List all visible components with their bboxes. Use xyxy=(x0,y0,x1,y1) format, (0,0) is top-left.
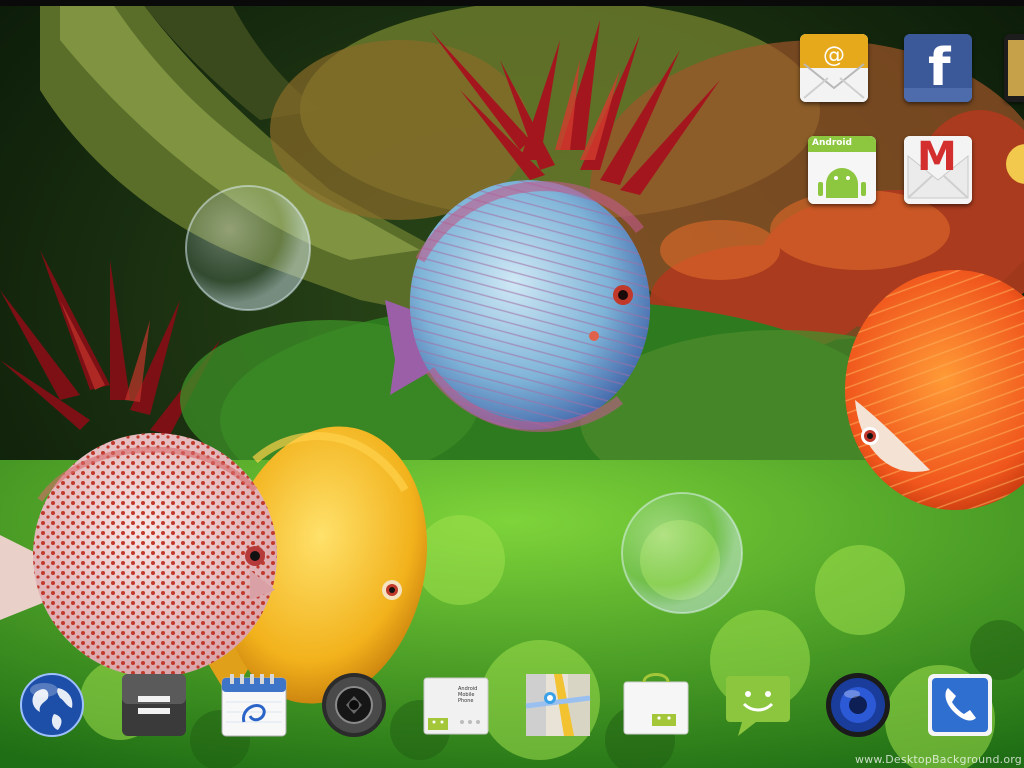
android-market-icon[interactable]: Android xyxy=(808,136,876,204)
svg-text:@: @ xyxy=(823,43,845,68)
status-bar xyxy=(0,0,1024,6)
facebook-letter: f xyxy=(928,38,951,98)
wallpaper xyxy=(0,0,1024,768)
gmail-letter: M xyxy=(917,136,957,180)
android-mobile-phone-icon[interactable]: Android Mobile Phone xyxy=(422,672,490,738)
android-mobile-phone-label: Android Mobile Phone xyxy=(458,686,478,704)
phone-icon[interactable] xyxy=(926,672,994,738)
maps-icon[interactable] xyxy=(524,672,592,738)
android-market-label: Android xyxy=(812,138,852,148)
partial-lightbulb-icon[interactable] xyxy=(1004,136,1024,204)
speaker-icon[interactable] xyxy=(824,672,892,738)
facebook-icon[interactable]: f xyxy=(904,34,972,102)
browser-globe-icon[interactable] xyxy=(18,672,86,738)
calculator-icon[interactable] xyxy=(120,672,188,738)
gmail-icon[interactable]: M xyxy=(904,136,972,204)
email-icon[interactable]: @ xyxy=(800,34,868,102)
watermark: www.DesktopBackground.org xyxy=(854,753,1022,766)
messaging-icon[interactable] xyxy=(724,672,792,738)
partial-icon-top-right[interactable] xyxy=(1004,34,1024,102)
calendar-icon[interactable] xyxy=(220,672,288,738)
android-market-bag-icon[interactable] xyxy=(622,672,690,738)
aquarium-scene xyxy=(0,0,1024,768)
camera-icon[interactable] xyxy=(320,672,388,738)
